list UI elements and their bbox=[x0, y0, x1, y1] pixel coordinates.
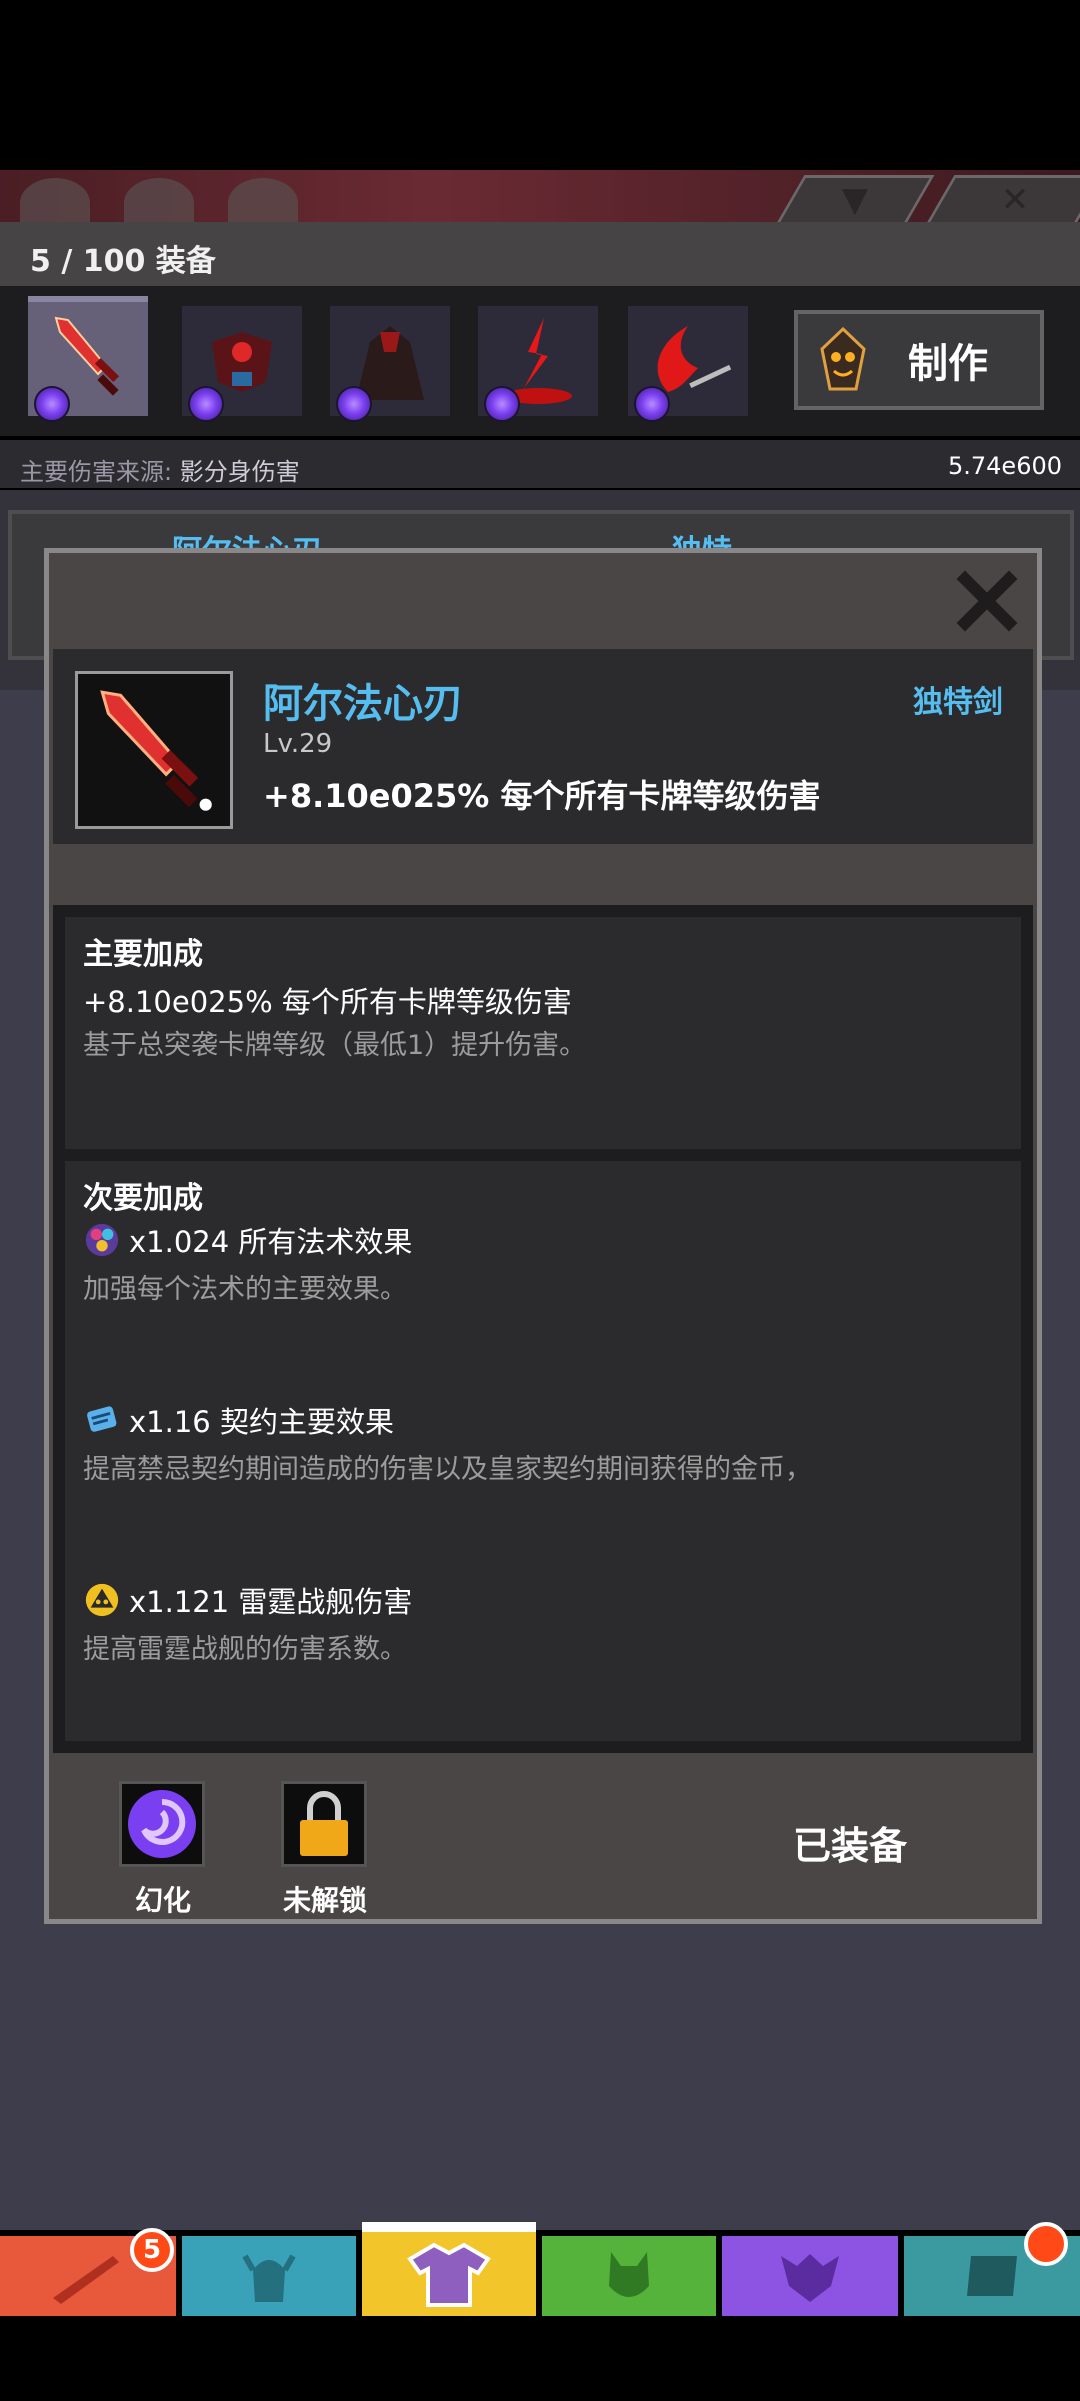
secondary-bonus-desc: 提高禁忌契约期间造成的伤害以及皇家契约期间获得的金币， bbox=[83, 1454, 812, 1485]
shirt-icon bbox=[407, 2242, 491, 2307]
header-decor-icons bbox=[20, 178, 298, 228]
craft-button[interactable]: 制作 bbox=[794, 310, 1044, 410]
secondary-bonus-title: 次要加成 bbox=[83, 1181, 203, 1216]
secondary-bonus-line: x1.121 雷霆战舰伤害 bbox=[83, 1579, 412, 1621]
secondary-bonus-text: x1.121 雷霆战舰伤害 bbox=[129, 1585, 413, 1619]
locked-label: 未解锁 bbox=[282, 1884, 367, 1917]
bottom-nav: 5 bbox=[0, 2222, 1080, 2316]
equip-count-bar: 5 / 100 装备 bbox=[0, 222, 1080, 286]
primary-bonus-box: 主要加成 +8.10e025% 每个所有卡牌等级伤害 基于总突袭卡牌等级（最低1… bbox=[65, 917, 1021, 1149]
cat-head-icon bbox=[609, 2252, 649, 2297]
transmog-label: 幻化 bbox=[134, 1884, 191, 1917]
equipped-status: 已装备 bbox=[792, 1824, 907, 1868]
equip-slot-flame-sword[interactable] bbox=[628, 306, 748, 422]
chevron-down-icon: ▼ bbox=[841, 180, 869, 220]
equip-slot-sword[interactable] bbox=[28, 296, 148, 422]
item-icon bbox=[75, 671, 233, 829]
primary-bonus-title: 主要加成 bbox=[83, 937, 203, 972]
gear-icon bbox=[20, 178, 90, 228]
equip-count: 5 / 100 装备 bbox=[30, 244, 216, 279]
bonus-panel: 主要加成 +8.10e025% 每个所有卡牌等级伤害 基于总突袭卡牌等级（最低1… bbox=[53, 905, 1033, 1753]
crystal-icon bbox=[228, 178, 298, 228]
collapse-tab[interactable]: ▼ bbox=[775, 175, 935, 225]
item-name: 阿尔法心刃 bbox=[263, 681, 463, 727]
transmog-button[interactable] bbox=[119, 1781, 205, 1867]
secondary-bonus-line: x1.16 契约主要效果 bbox=[83, 1399, 394, 1441]
damage-source-value: 5.74e600 bbox=[947, 452, 1062, 480]
damage-source-bar: 主要伤害来源: 影分身伤害 5.74e600 bbox=[0, 440, 1080, 488]
transmog-orb-icon bbox=[484, 386, 520, 422]
locked-slot-button[interactable] bbox=[281, 1781, 367, 1867]
equip-slot-armor[interactable] bbox=[182, 306, 302, 422]
soul-gem-icon bbox=[820, 327, 866, 391]
damage-source-name: 影分身伤害 bbox=[179, 458, 300, 486]
tab-pets[interactable] bbox=[542, 2236, 716, 2316]
item-effect: +8.10e025% 每个所有卡牌等级伤害 bbox=[263, 777, 821, 815]
equip-slot-cloak[interactable] bbox=[330, 306, 450, 422]
secondary-bonus-text: x1.16 契约主要效果 bbox=[129, 1405, 394, 1439]
sword-icon bbox=[53, 2256, 119, 2304]
secondary-bonus-desc: 加强每个法术的主要效果。 bbox=[83, 1274, 407, 1305]
close-icon[interactable] bbox=[955, 569, 1019, 633]
tab-equipment[interactable] bbox=[362, 2222, 536, 2316]
secondary-bonus-text: x1.024 所有法术效果 bbox=[129, 1225, 413, 1259]
primary-bonus-desc: 基于总突袭卡牌等级（最低1）提升伤害。 bbox=[83, 1030, 587, 1061]
secondary-bonus-desc: 提高雷霆战舰的伤害系数。 bbox=[83, 1634, 407, 1665]
item-type: 独特剑 bbox=[913, 685, 1003, 720]
tab-skills[interactable] bbox=[722, 2236, 898, 2316]
transmog-orb-icon bbox=[336, 386, 372, 422]
spell-gem-icon bbox=[85, 1223, 119, 1257]
thunder-ship-icon bbox=[85, 1583, 119, 1617]
equip-slot-lightning[interactable] bbox=[478, 306, 598, 422]
item-level: Lv.29 bbox=[263, 729, 333, 759]
quest-scroll-icon bbox=[967, 2256, 1017, 2296]
primary-bonus-line: +8.10e025% 每个所有卡牌等级伤害 bbox=[83, 985, 572, 1019]
viking-helmet-icon bbox=[242, 2254, 296, 2302]
tab-heroes[interactable] bbox=[182, 2236, 356, 2316]
swirl-orb-icon bbox=[128, 1790, 196, 1858]
notification-badge: 5 bbox=[130, 2228, 174, 2272]
close-panel-tab[interactable]: ✕ bbox=[925, 175, 1080, 225]
red-sword-icon bbox=[100, 690, 212, 811]
close-icon: ✕ bbox=[1000, 180, 1030, 220]
secondary-bonus-line: x1.024 所有法术效果 bbox=[83, 1219, 412, 1261]
transmog-orb-icon bbox=[34, 386, 70, 422]
damage-source-prefix: 主要伤害来源: bbox=[20, 458, 173, 486]
damage-source-label: 主要伤害来源: 影分身伤害 bbox=[20, 452, 300, 487]
transmog-orb-icon bbox=[188, 386, 224, 422]
secondary-bonus-box: 次要加成 x1.024 所有法术效果 加强每个法术的主要效果。 x1.16 契约… bbox=[65, 1161, 1021, 1741]
craft-label: 制作 bbox=[908, 341, 988, 387]
item-header: 阿尔法心刃 Lv.29 +8.10e025% 每个所有卡牌等级伤害 独特剑 bbox=[53, 649, 1033, 844]
notification-dot bbox=[1024, 2222, 1068, 2266]
demon-crest-icon bbox=[781, 2254, 839, 2302]
lock-icon bbox=[300, 1791, 348, 1856]
transmog-orb-icon bbox=[634, 386, 670, 422]
scroll-icon bbox=[87, 1406, 117, 1432]
horned-helmet-icon bbox=[124, 178, 194, 228]
item-detail-dialog: 阿尔法心刃 Lv.29 +8.10e025% 每个所有卡牌等级伤害 独特剑 主要… bbox=[44, 548, 1042, 1924]
